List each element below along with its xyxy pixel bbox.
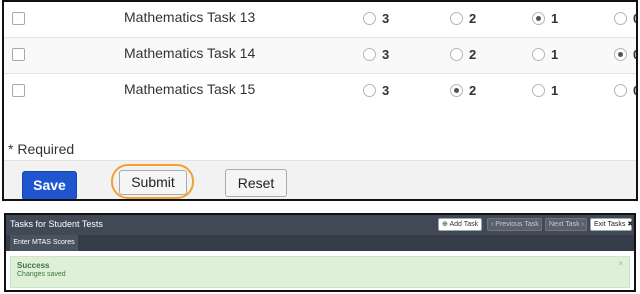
task-row: Mathematics Task 13 3 2 1 0 bbox=[4, 2, 636, 38]
close-icon: ✖ bbox=[627, 221, 634, 228]
plus-circle-icon: ⊕ bbox=[442, 221, 448, 228]
alert-close-icon[interactable]: × bbox=[618, 259, 623, 268]
score-label: 1 bbox=[551, 47, 559, 62]
tab-bar: Enter MTAS Scores bbox=[6, 235, 634, 251]
score-radio[interactable] bbox=[363, 84, 376, 97]
score-label: 2 bbox=[469, 83, 477, 98]
score-radio-selected[interactable] bbox=[614, 48, 627, 61]
next-task-label: Next Task bbox=[549, 221, 580, 228]
chevron-left-icon: ‹ bbox=[491, 221, 494, 228]
score-radio[interactable] bbox=[532, 84, 545, 97]
score-label: 2 bbox=[469, 47, 477, 62]
submit-button[interactable]: Submit bbox=[119, 170, 187, 195]
previous-task-label: Previous Task bbox=[495, 221, 539, 228]
score-radio[interactable] bbox=[450, 12, 463, 25]
chevron-right-icon: › bbox=[581, 221, 584, 228]
score-label: 0 bbox=[633, 11, 636, 26]
form-actions-bar: Save Submit Reset bbox=[4, 160, 636, 199]
score-label: 1 bbox=[551, 83, 559, 98]
task-checkbox[interactable] bbox=[12, 48, 25, 61]
exit-tasks-button[interactable]: Exit Tasks ✖ bbox=[590, 218, 634, 231]
score-label: 3 bbox=[382, 47, 390, 62]
score-radio[interactable] bbox=[450, 48, 463, 61]
score-radio[interactable] bbox=[614, 84, 627, 97]
score-label: 3 bbox=[382, 11, 390, 26]
task-name: Mathematics Task 15 bbox=[124, 81, 256, 97]
score-label: 0 bbox=[633, 47, 636, 62]
add-task-button[interactable]: ⊕ Add Task bbox=[438, 218, 482, 231]
score-radio[interactable] bbox=[363, 12, 376, 25]
next-task-button[interactable]: Next Task › bbox=[545, 218, 587, 231]
score-radio-selected[interactable] bbox=[450, 84, 463, 97]
score-entry-panel: Mathematics Task 13 3 2 1 0 Mathematics … bbox=[2, 0, 638, 201]
task-name: Mathematics Task 14 bbox=[124, 45, 256, 61]
save-button[interactable]: Save bbox=[22, 171, 77, 199]
tab-enter-mtas-scores[interactable]: Enter MTAS Scores bbox=[10, 235, 78, 251]
score-radio[interactable] bbox=[363, 48, 376, 61]
previous-task-button[interactable]: ‹ Previous Task bbox=[487, 218, 542, 231]
required-note: * Required bbox=[8, 141, 75, 157]
score-radio[interactable] bbox=[532, 48, 545, 61]
score-label: 2 bbox=[469, 11, 477, 26]
score-label: 3 bbox=[382, 83, 390, 98]
panel-title: Tasks for Student Tests bbox=[10, 219, 103, 229]
success-alert: Success Changes saved × bbox=[10, 256, 630, 288]
alert-message: Changes saved bbox=[17, 271, 66, 278]
task-name: Mathematics Task 13 bbox=[124, 9, 256, 25]
add-task-label: Add Task bbox=[449, 221, 479, 228]
alert-title: Success bbox=[17, 261, 50, 270]
score-radio-selected[interactable] bbox=[532, 12, 545, 25]
tasks-panel: Tasks for Student Tests ⊕ Add Task ‹ Pre… bbox=[4, 213, 636, 292]
task-checkbox[interactable] bbox=[12, 12, 25, 25]
task-checkbox[interactable] bbox=[12, 84, 25, 97]
reset-button[interactable]: Reset bbox=[225, 169, 287, 197]
score-label: 1 bbox=[551, 11, 559, 26]
exit-tasks-label: Exit Tasks bbox=[594, 221, 626, 228]
score-radio[interactable] bbox=[614, 12, 627, 25]
tasks-header-bar: Tasks for Student Tests ⊕ Add Task ‹ Pre… bbox=[6, 215, 634, 235]
score-label: 0 bbox=[633, 83, 636, 98]
task-row: Mathematics Task 14 3 2 1 0 bbox=[4, 38, 636, 74]
task-row: Mathematics Task 15 3 2 1 0 bbox=[4, 74, 636, 114]
